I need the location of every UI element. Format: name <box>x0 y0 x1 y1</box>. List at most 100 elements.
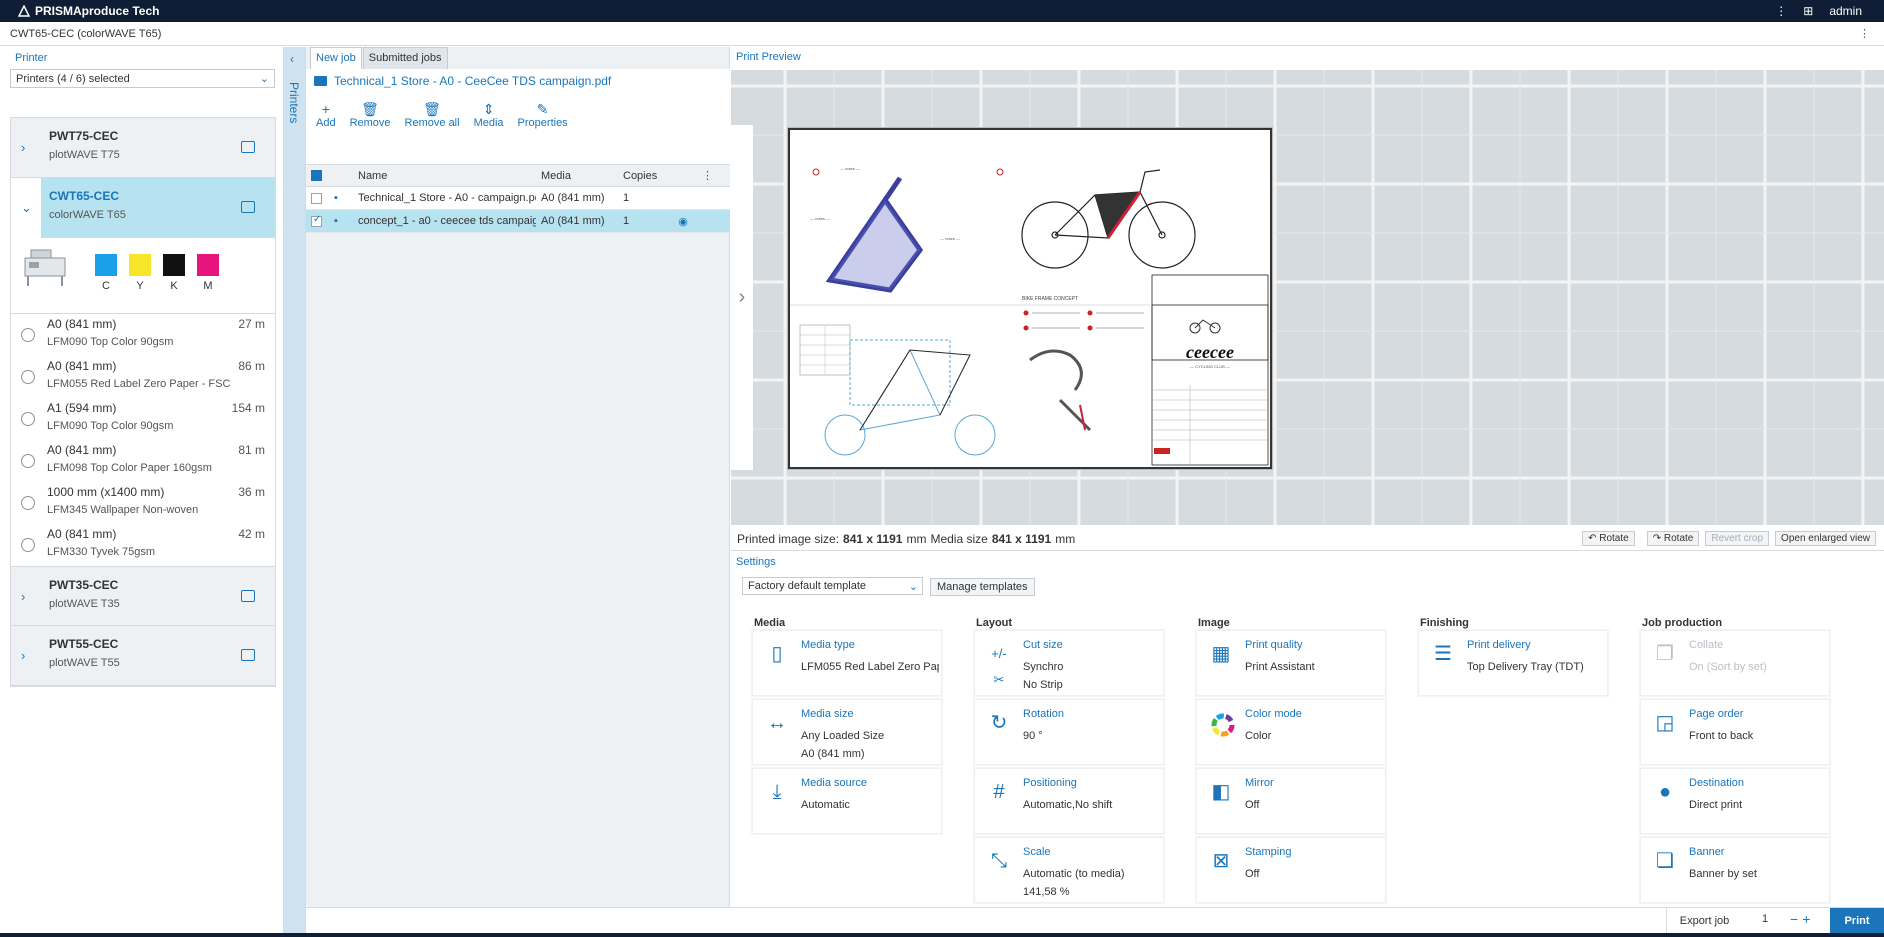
rotation-icon: ↻ <box>990 712 1008 734</box>
roll-item[interactable]: A0 (841 mm) LFM090 Top Color 90gsm 27 m <box>11 314 275 356</box>
printer-item-pwt75[interactable]: › PWT75-CEC plotWAVE T75 <box>11 118 275 178</box>
column-media[interactable]: Media <box>536 170 618 182</box>
edit-icon[interactable] <box>241 590 255 602</box>
setting-cut-size[interactable]: +/-✂ Cut size Synchro No Strip <box>974 630 1164 696</box>
job-copies: 1 <box>623 215 630 227</box>
svg-text:— notes —: — notes — <box>840 166 860 171</box>
image-size-bar: Printed image size: 841 x 1191 mm Media … <box>731 527 1884 551</box>
setting-media-size[interactable]: ↔ Media size Any Loaded Size A0 (841 mm) <box>752 699 942 765</box>
roll-media: LFM345 Wallpaper Non-woven <box>47 504 199 516</box>
print-sheet-thumbnail: — notes — — notes — — notes — BIKE FRAME C… <box>788 128 1272 469</box>
printer-item-cwt65[interactable]: ⌄ CWT65-CEC colorWAVE T65 <box>11 178 275 238</box>
printer-selector[interactable]: Printers (4 / 6) selected ⌄ <box>10 69 275 88</box>
setting-scale[interactable]: ⤡ Scale Automatic (to media) 141,58 % <box>974 837 1164 903</box>
media-size-unit: mm <box>1055 531 1076 546</box>
print-button[interactable]: Print <box>1830 908 1884 934</box>
row-checkbox[interactable] <box>311 214 322 227</box>
edit-icon[interactable] <box>241 201 255 213</box>
eye-icon[interactable]: ◉ <box>668 215 698 228</box>
file-icon: ▪ <box>334 215 338 227</box>
edit-icon[interactable] <box>241 141 255 153</box>
app-title: PRISMAproduce Tech <box>35 4 160 18</box>
export-job-button[interactable]: Export job <box>1666 908 1742 934</box>
chevron-right-icon[interactable]: › <box>21 140 25 155</box>
job-file-name: Technical_1 Store - A0 - CeeCee TDS camp… <box>334 74 612 88</box>
setting-color-mode[interactable]: Color mode Color <box>1196 699 1386 765</box>
roll-item[interactable]: A0 (841 mm) LFM330 Tyvek 75gsm 42 m <box>11 524 275 566</box>
manage-templates-button[interactable]: Manage templates <box>930 578 1035 596</box>
rotate-right-button[interactable]: ↷ Rotate <box>1646 531 1700 546</box>
roll-item[interactable]: A0 (841 mm) LFM055 Red Label Zero Paper … <box>11 356 275 398</box>
roll-size: A0 (841 mm) <box>47 359 117 373</box>
remove-label: Remove <box>349 117 391 129</box>
plus-icon[interactable]: + <box>1802 911 1814 927</box>
expand-preview-arrow-icon[interactable]: › <box>731 125 753 470</box>
copies-stepper[interactable]: −+ <box>1790 911 1814 927</box>
roll-icon <box>21 454 35 468</box>
setting-value-secondary: 141,58 % <box>1023 886 1070 898</box>
grid-icon: # <box>993 781 1005 803</box>
open-enlarged-view-button[interactable]: Open enlarged view <box>1775 531 1876 546</box>
setting-media-source[interactable]: ⤓ Media source Automatic <box>752 768 942 834</box>
rotate-left-button[interactable]: ↶ Rotate <box>1582 531 1635 546</box>
subbar-more-icon[interactable]: ⋮ <box>1859 27 1870 40</box>
setting-print-quality[interactable]: ▦ Print quality Print Assistant <box>1196 630 1386 696</box>
roll-item[interactable]: A0 (841 mm) LFM098 Top Color Paper 160gs… <box>11 440 275 482</box>
remove-all-button[interactable]: 🗑 Remove all <box>405 101 460 129</box>
printers-side-tab[interactable]: ‹ Printers <box>284 47 306 933</box>
chevron-down-icon: ⌄ <box>259 73 269 85</box>
roll-icon <box>21 370 35 384</box>
setting-positioning[interactable]: # Positioning Automatic,No shift <box>974 768 1164 834</box>
setting-mirror[interactable]: ◧ Mirror Off <box>1196 768 1386 834</box>
roll-size: 1000 mm (x1400 mm) <box>47 485 165 499</box>
tab-submitted-jobs[interactable]: Submitted jobs <box>362 47 448 69</box>
column-copies[interactable]: Copies <box>618 170 668 182</box>
tab-new-job[interactable]: New job <box>310 47 362 69</box>
setting-banner[interactable]: ❏ Banner Banner by set <box>1640 837 1830 903</box>
revert-crop-button[interactable]: Revert crop <box>1705 531 1770 546</box>
remove-button[interactable]: 🗑 Remove <box>350 101 391 129</box>
person-icon: ● <box>1658 781 1672 803</box>
table-row[interactable]: ▪ concept_1 - a0 - ceecee tds campaign.p… <box>306 210 730 233</box>
add-button[interactable]: + Add <box>316 101 336 129</box>
chevron-down-icon[interactable]: ⌄ <box>21 200 32 216</box>
more-menu-icon[interactable]: ⋮ <box>1775 4 1787 18</box>
select-all-checkbox[interactable] <box>311 170 322 181</box>
collapse-left-icon[interactable]: ‹ <box>290 52 294 66</box>
user-name[interactable]: admin <box>1829 4 1862 18</box>
setting-stamping[interactable]: ⊠ Stamping Off <box>1196 837 1386 903</box>
printer-item-pwt55[interactable]: › PWT55-CEC plotWAVE T55 <box>11 626 275 686</box>
setting-print-delivery[interactable]: ☰ Print delivery Top Delivery Tray (TDT) <box>1418 630 1608 696</box>
media-button[interactable]: ⇕ Media <box>474 101 504 129</box>
collate-icon: ❐ <box>1656 643 1674 665</box>
table-row[interactable]: ▪ Technical_1 Store - A0 - campaign.pdf … <box>306 187 730 210</box>
ink-magenta <box>197 254 219 276</box>
row-checkbox[interactable] <box>311 192 322 204</box>
template-select[interactable]: Factory default template ⌄ <box>742 577 923 595</box>
properties-button[interactable]: ✎ Properties <box>518 101 568 129</box>
edit-icon[interactable] <box>241 649 255 661</box>
chevron-right-icon[interactable]: › <box>21 648 25 663</box>
template-select-value: Factory default template <box>748 580 867 592</box>
network-icon[interactable]: ⊞ <box>1803 4 1813 18</box>
setting-page-order[interactable]: ◲ Page order Front to back <box>1640 699 1830 765</box>
roll-item[interactable]: 1000 mm (x1400 mm) LFM345 Wallpaper Non-… <box>11 482 275 524</box>
roll-media: LFM055 Red Label Zero Paper - FSC <box>47 378 231 390</box>
settings-heading-image: Image <box>1198 617 1230 629</box>
setting-collate: ❐ Collate On (Sort by set) <box>1640 630 1830 696</box>
column-menu-icon[interactable]: ⋮ <box>702 169 713 182</box>
setting-media-type[interactable]: ▯ Media type LFM055 Red Label Zero Pap..… <box>752 630 942 696</box>
printer-item-pwt35[interactable]: › PWT35-CEC plotWAVE T35 <box>11 566 275 626</box>
top-bar: PRISMAproduce Tech ⋮ ⊞ admin <box>0 0 1884 22</box>
minus-icon[interactable]: − <box>1790 911 1802 927</box>
scale-icon: ⤡ <box>991 850 1007 872</box>
chevron-right-icon[interactable]: › <box>21 589 25 604</box>
setting-value: Automatic <box>801 799 850 811</box>
copies-input[interactable]: 1 <box>1746 913 1796 929</box>
column-name[interactable]: Name <box>350 170 536 182</box>
job-name: Technical_1 Store - A0 - campaign.pdf <box>358 192 536 204</box>
setting-rotation[interactable]: ↻ Rotation 90 ° <box>974 699 1164 765</box>
roll-item[interactable]: A1 (594 mm) LFM090 Top Color 90gsm 154 m <box>11 398 275 440</box>
setting-destination[interactable]: ● Destination Direct print <box>1640 768 1830 834</box>
roll-size: A1 (594 mm) <box>47 401 117 415</box>
